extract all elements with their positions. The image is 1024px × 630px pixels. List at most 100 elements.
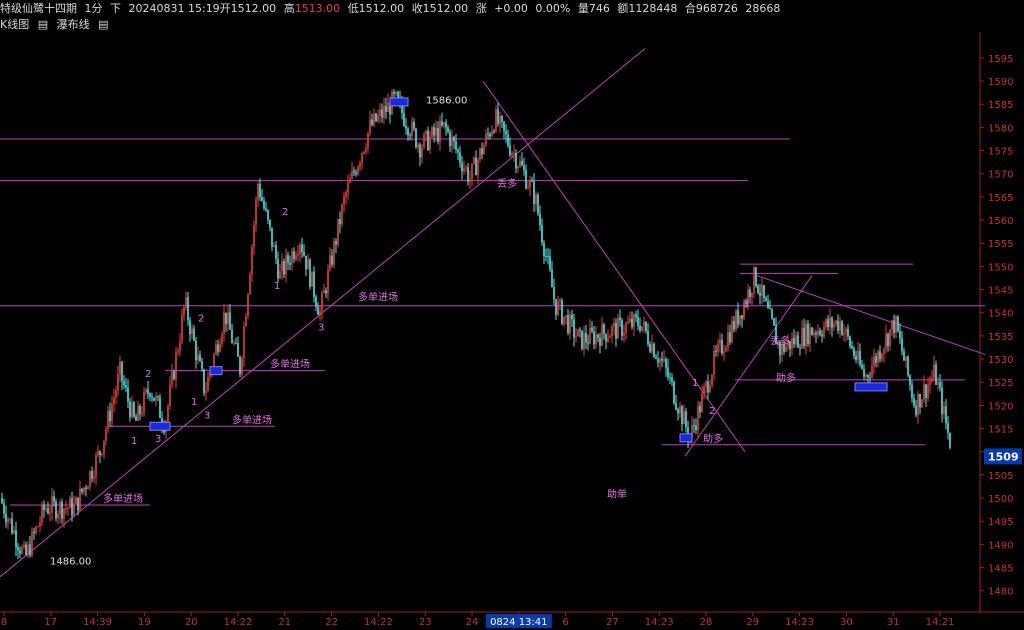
candle-body [315, 296, 317, 307]
candle-body [637, 317, 639, 326]
candle-body [765, 297, 767, 301]
candle-body [397, 91, 399, 99]
candle-body [367, 132, 369, 148]
candle-body [927, 384, 929, 399]
settings-list-icon[interactable]: ▤ [98, 18, 108, 31]
candle-body [629, 318, 631, 322]
candle-body [479, 148, 481, 160]
candle-body [201, 361, 203, 370]
candle-body [589, 327, 591, 344]
candle-body [615, 322, 617, 339]
candle-body [249, 274, 251, 295]
candle-body [483, 144, 485, 155]
candle-body [353, 170, 355, 173]
candle-body [721, 339, 723, 354]
candle-body [217, 344, 219, 352]
candle-body [491, 130, 493, 137]
candle-body [439, 121, 441, 142]
chart-annotation: 助多 [703, 432, 723, 445]
x-tick-label: 30 [840, 617, 853, 628]
candle-body [711, 374, 713, 386]
candle-body [15, 530, 17, 548]
candle-body [275, 245, 277, 259]
candle-body [289, 262, 291, 265]
candle-body [77, 497, 79, 511]
candle-body [537, 194, 539, 214]
candle-body [295, 255, 297, 260]
candle-body [659, 358, 661, 363]
candle-body [673, 381, 675, 404]
candle-body [567, 315, 569, 334]
candle-body [723, 351, 725, 354]
x-tick-label: 14:23 [785, 617, 814, 628]
candle-body [237, 343, 239, 357]
kline-label[interactable]: K线图 [0, 18, 29, 31]
candle-body [129, 401, 131, 418]
candle-body [239, 356, 241, 375]
candle-body [281, 261, 283, 272]
candle-body [835, 320, 837, 325]
candle-body [885, 333, 887, 349]
candle-body [493, 130, 495, 132]
candle-body [827, 319, 829, 328]
candle-body [683, 411, 685, 425]
candle-body [605, 333, 607, 342]
candle-body [699, 405, 701, 413]
list-icon[interactable]: ▤ [38, 18, 48, 31]
candle-body [679, 406, 681, 414]
chart-annotation: 多单进场 [358, 291, 398, 304]
candle-body [195, 340, 197, 361]
candle-body [285, 255, 287, 275]
candle-body [573, 319, 575, 338]
candle-body [81, 488, 83, 492]
candle-body [429, 136, 431, 150]
indicator-name[interactable]: 瀑布线 [57, 18, 90, 31]
candle-body [943, 406, 945, 415]
change-label: 涨 [475, 2, 487, 15]
candle-body [753, 267, 755, 293]
candle-body [93, 476, 95, 479]
candle-body [175, 352, 177, 380]
candle-body [167, 406, 169, 422]
candle-body [495, 109, 497, 132]
candle-body [53, 496, 55, 502]
candle-body [767, 300, 769, 308]
candle-body [941, 387, 943, 415]
quote-header: 特级仙鹭十四期 1分 下 20240831 15:19开1512.00 高151… [0, 0, 1024, 17]
candle-body [749, 289, 751, 298]
candle-body [875, 356, 877, 363]
candle-body [413, 121, 415, 129]
candle-body [551, 269, 553, 288]
candle-body [67, 508, 69, 510]
candle-body [17, 547, 19, 551]
candle-body [529, 180, 531, 188]
candle-body [205, 391, 207, 394]
instrument-name[interactable]: 特级仙鹭十四期 [0, 2, 77, 15]
x-tick-label: 6 [562, 617, 568, 628]
candlestick-chart[interactable]: 1486.001586.00多单进场多单进场多单进场多单进场丢多丢多助多助多助单… [0, 32, 1024, 630]
candle-body [713, 350, 715, 375]
candle-body [445, 122, 447, 128]
candle-body [97, 451, 99, 456]
open-interest: 合968726 [684, 2, 738, 15]
candle-body [663, 358, 665, 361]
candle-body [547, 256, 549, 258]
candle-body [101, 453, 103, 455]
candle-body [111, 404, 113, 422]
candle-body [773, 318, 775, 326]
candle-body [915, 405, 917, 416]
candle-body [425, 130, 427, 135]
signal-box [679, 433, 693, 443]
candle-body [739, 315, 741, 325]
candle-body [541, 225, 543, 243]
candle-body [117, 374, 119, 391]
x-tick-label: 14:21 [926, 617, 955, 628]
candle-body [35, 526, 37, 533]
candle-body [733, 321, 735, 330]
candle-body [359, 162, 361, 167]
candle-body [735, 310, 737, 330]
candle-body [283, 261, 285, 275]
candle-body [369, 119, 371, 133]
candle-body [327, 269, 329, 294]
period-label[interactable]: 1分 [85, 2, 103, 15]
